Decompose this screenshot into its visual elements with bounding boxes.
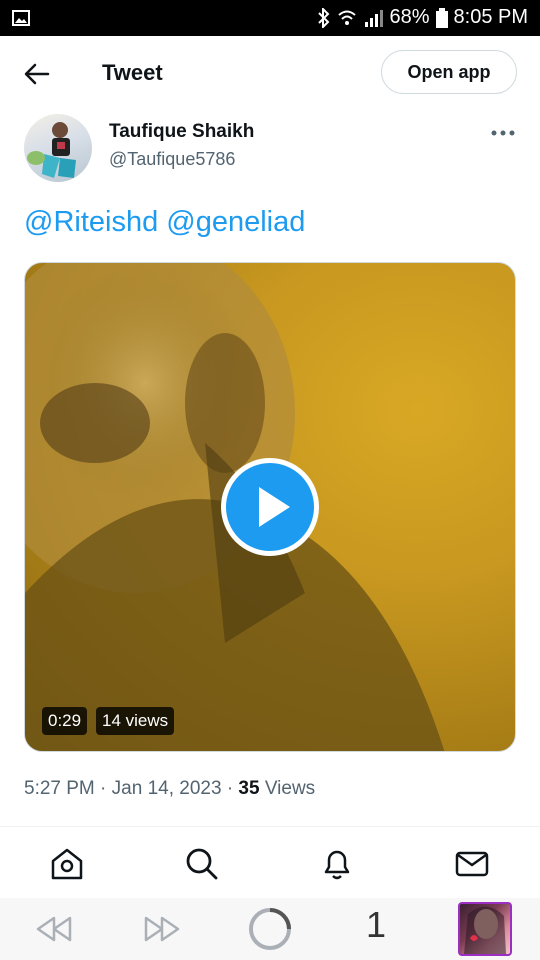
avatar[interactable] [24,114,92,182]
browser-nav-bar: 1 [0,898,540,960]
tweet-date[interactable]: Jan 14, 2023 [112,778,222,799]
wifi-icon [337,8,357,28]
open-app-button[interactable]: Open app [381,50,517,94]
video-views-badge: 14 views [96,707,175,735]
home-icon[interactable] [49,846,85,882]
more-options-icon[interactable] [488,126,518,140]
tab-count[interactable]: 1 [366,904,386,946]
meta-separator: · [100,778,107,799]
search-icon[interactable] [184,846,220,882]
tab-thumbnail[interactable] [458,902,512,956]
battery-percent: 68% [389,6,430,28]
battery-icon [435,7,448,28]
reload-icon[interactable] [248,907,292,956]
author-name[interactable]: Taufique Shaikh [109,121,254,143]
tweet-text: @Riteishd @geneliad [24,206,305,239]
views-label: Views [264,778,316,799]
clock: 8:05 PM [453,6,528,28]
tweet-time[interactable]: 5:27 PM [24,778,95,799]
mention-link[interactable]: @geneliad [166,206,305,238]
page-title: Tweet [102,60,163,85]
messages-icon[interactable] [454,846,490,882]
author-handle[interactable]: @Taufique5786 [109,149,235,170]
forward-icon[interactable] [142,914,182,949]
status-bar: 68% 8:05 PM [0,0,540,36]
mention-link[interactable]: @Riteishd [24,206,158,238]
back-arrow-icon[interactable] [22,60,52,88]
play-icon [259,487,290,527]
back-icon[interactable] [34,914,74,949]
signal-icon [363,8,384,28]
video-player[interactable]: 0:29 14 views [24,262,516,752]
divider [0,826,540,827]
views-count: 35 [238,778,260,799]
tweet-meta: 5:27 PM · Jan 14, 2023 · 35 Views [24,778,315,800]
play-button[interactable] [221,458,319,556]
gallery-icon [12,10,30,31]
bottom-tab-bar [0,828,540,898]
header: Tweet Open app [0,36,540,112]
bluetooth-icon [317,7,331,28]
notifications-icon[interactable] [319,846,355,882]
video-duration-badge: 0:29 [42,707,88,735]
meta-separator: · [226,778,234,799]
